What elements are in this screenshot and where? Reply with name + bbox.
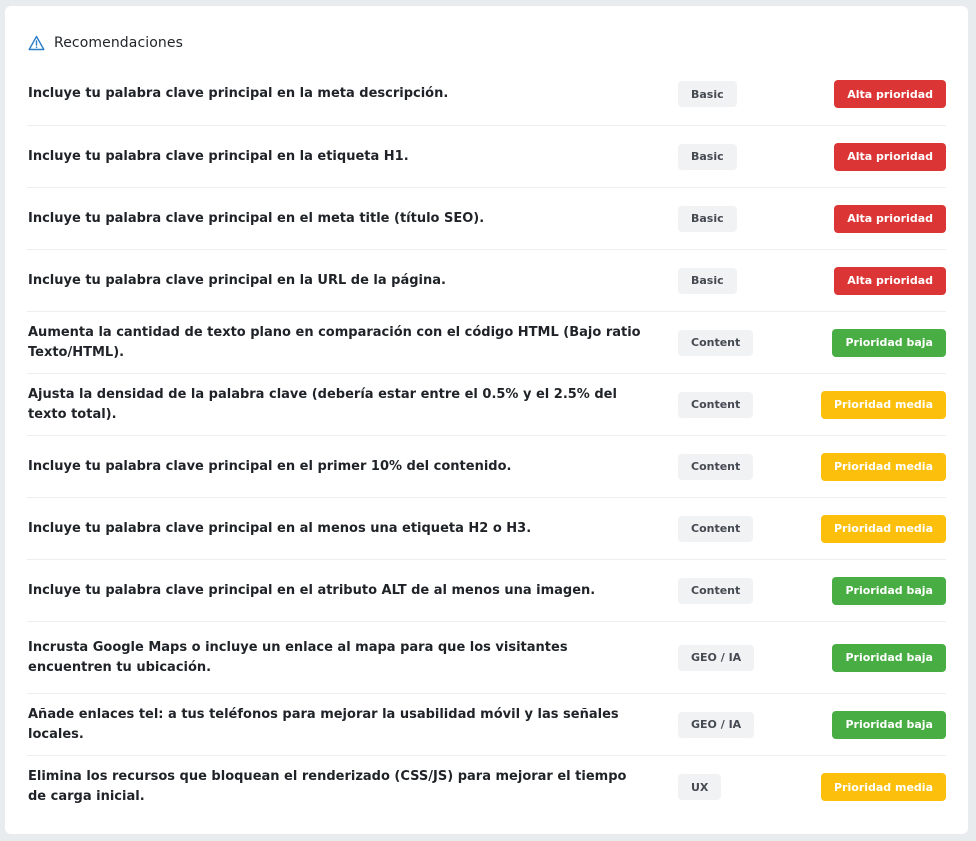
category-tag: Content bbox=[678, 329, 754, 356]
recommendation-text: Ajusta la densidad de la palabra clave (… bbox=[28, 386, 617, 422]
priority-badge: Prioridad baja bbox=[832, 328, 946, 357]
recommendation-row: Incluye tu palabra clave principal en el… bbox=[27, 188, 946, 250]
recommendation-row: Aumenta la cantidad de texto plano en co… bbox=[27, 312, 946, 374]
priority-badge: Alta prioridad bbox=[834, 80, 946, 108]
recommendation-text: Incluye tu palabra clave principal en el… bbox=[28, 458, 512, 474]
category-tag: Content bbox=[678, 515, 754, 542]
recommendation-text: Incluye tu palabra clave principal en la… bbox=[28, 86, 449, 101]
category-tag: GEO / IA bbox=[678, 644, 755, 671]
category-tag: Content bbox=[678, 577, 754, 604]
recommendation-row: Incluye tu palabra clave principal en la… bbox=[27, 63, 946, 126]
category-tag: Basic bbox=[678, 267, 737, 294]
recommendation-text: Añade enlaces tel: a tus teléfonos para … bbox=[28, 706, 619, 742]
warning-icon bbox=[28, 35, 45, 51]
card-title: Recomendaciones bbox=[54, 35, 183, 51]
recommendation-text: Incluye tu palabra clave principal en la… bbox=[28, 272, 446, 288]
priority-badge: Prioridad media bbox=[821, 773, 946, 801]
recommendation-text: Incrusta Google Maps o incluye un enlace… bbox=[28, 639, 568, 675]
priority-badge: Prioridad baja bbox=[832, 576, 946, 605]
recommendation-row: Elimina los recursos que bloquean el ren… bbox=[27, 756, 946, 818]
priority-badge: Prioridad baja bbox=[832, 710, 946, 739]
recommendation-row: Añade enlaces tel: a tus teléfonos para … bbox=[27, 694, 946, 756]
priority-badge: Prioridad media bbox=[821, 452, 946, 481]
priority-badge: Alta prioridad bbox=[834, 266, 946, 295]
category-tag: Basic bbox=[678, 81, 737, 107]
category-tag: Basic bbox=[678, 143, 737, 170]
recommendations-list: Incluye tu palabra clave principal en la… bbox=[27, 63, 946, 818]
recommendation-text: Elimina los recursos que bloquean el ren… bbox=[28, 769, 627, 804]
recommendation-text: Incluye tu palabra clave principal en la… bbox=[28, 148, 409, 164]
recommendation-text: Aumenta la cantidad de texto plano en co… bbox=[28, 324, 641, 360]
category-tag: Basic bbox=[678, 205, 737, 232]
recommendation-row: Incluye tu palabra clave principal en al… bbox=[27, 498, 946, 560]
recommendation-text: Incluye tu palabra clave principal en al… bbox=[28, 520, 532, 536]
priority-badge: Alta prioridad bbox=[834, 204, 946, 233]
recommendation-row: Incluye tu palabra clave principal en la… bbox=[27, 250, 946, 312]
recommendation-text: Incluye tu palabra clave principal en el… bbox=[28, 582, 596, 598]
recommendation-row: Incrusta Google Maps o incluye un enlace… bbox=[27, 622, 946, 694]
category-tag: GEO / IA bbox=[678, 711, 755, 738]
recommendation-row: Incluye tu palabra clave principal en el… bbox=[27, 560, 946, 622]
category-tag: Content bbox=[678, 391, 754, 418]
recommendation-row: Incluye tu palabra clave principal en el… bbox=[27, 436, 946, 498]
card-header: Recomendaciones bbox=[28, 28, 183, 58]
category-tag: UX bbox=[678, 774, 722, 800]
category-tag: Content bbox=[678, 453, 754, 480]
recommendation-row: Incluye tu palabra clave principal en la… bbox=[27, 126, 946, 188]
recommendation-row: Ajusta la densidad de la palabra clave (… bbox=[27, 374, 946, 436]
priority-badge: Prioridad media bbox=[821, 514, 946, 543]
priority-badge: Alta prioridad bbox=[834, 142, 946, 171]
recommendation-text: Incluye tu palabra clave principal en el… bbox=[28, 210, 485, 226]
priority-badge: Prioridad baja bbox=[832, 643, 946, 672]
recommendations-card: Recomendaciones Incluye tu palabra clave… bbox=[5, 6, 968, 834]
priority-badge: Prioridad media bbox=[821, 390, 946, 419]
